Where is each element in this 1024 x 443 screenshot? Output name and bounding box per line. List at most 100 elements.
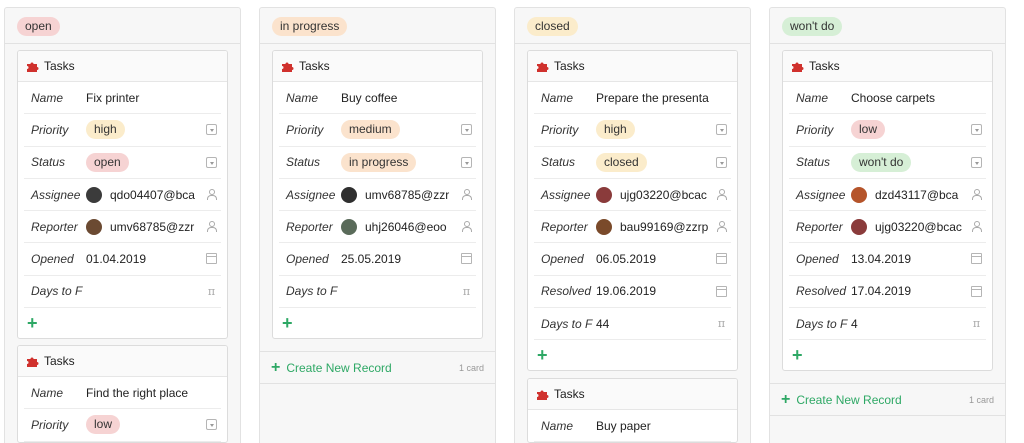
field-row: Name Buy coffee bbox=[279, 82, 476, 115]
card-title: Tasks bbox=[554, 59, 585, 73]
board-column: open Tasks Name Fix printer Priority high Stat… bbox=[4, 7, 241, 443]
field-row: Status closed bbox=[534, 147, 731, 179]
task-card[interactable]: Tasks Name Buy coffee Priority medium Status i… bbox=[272, 50, 483, 340]
field-value[interactable]: dzd43117@bca bbox=[851, 186, 986, 203]
select-icon[interactable] bbox=[206, 419, 217, 431]
add-field-button[interactable]: + bbox=[537, 346, 548, 364]
field-value[interactable]: low bbox=[851, 120, 986, 140]
card-count: 1 card bbox=[458, 362, 484, 373]
task-card[interactable]: Tasks Name Buy paper bbox=[527, 378, 738, 443]
field-value[interactable]: uhj26046@eoo bbox=[341, 218, 476, 235]
field-value: 44 bbox=[596, 317, 731, 331]
puzzle-icon bbox=[537, 390, 549, 400]
board-column: won't do Tasks Name Choose carpets Priority l… bbox=[769, 7, 1006, 443]
select-icon[interactable] bbox=[971, 156, 982, 168]
field-row: Opened 25.05.2019 bbox=[279, 243, 476, 276]
field-label: Status bbox=[541, 155, 576, 170]
calendar-icon[interactable] bbox=[461, 253, 472, 265]
avatar bbox=[86, 218, 102, 235]
field-row: Name Prepare the presenta bbox=[534, 82, 731, 115]
board-column: in progress Tasks Name Buy coffee Priority me… bbox=[259, 7, 496, 443]
select-icon[interactable] bbox=[716, 124, 727, 136]
field-label: Opened bbox=[31, 252, 74, 267]
field-value[interactable]: umv68785@zzr bbox=[341, 186, 476, 203]
field-value[interactable]: in progress bbox=[341, 152, 476, 172]
field-label: Name bbox=[286, 90, 319, 105]
task-card[interactable]: Tasks Name Choose carpets Priority low Status… bbox=[782, 50, 993, 372]
column-header: closed bbox=[514, 7, 751, 44]
field-value: 19.06.2019 bbox=[596, 284, 731, 298]
field-value: Fix printer bbox=[86, 91, 221, 105]
field-row: Opened 13.04.2019 bbox=[789, 243, 986, 276]
field-value: 25.05.2019 bbox=[341, 252, 476, 266]
field-row: Days to F4 π bbox=[789, 308, 986, 341]
value-badge: medium bbox=[341, 120, 400, 140]
puzzle-icon bbox=[792, 62, 804, 72]
calendar-icon[interactable] bbox=[971, 253, 982, 265]
field-value[interactable]: ujg03220@bcac bbox=[851, 218, 986, 235]
create-new-record-button[interactable]: Create New Record bbox=[286, 361, 391, 375]
card-count: 1 card bbox=[968, 394, 994, 405]
field-value[interactable]: high bbox=[86, 120, 221, 140]
field-value[interactable]: qdo04407@bca bbox=[86, 186, 221, 203]
select-icon[interactable] bbox=[206, 124, 217, 136]
task-card[interactable]: Tasks Name Find the right place Priority low bbox=[17, 345, 228, 443]
add-field-row: + bbox=[273, 308, 482, 338]
user-icon bbox=[971, 221, 982, 233]
field-row: Status open bbox=[24, 147, 221, 179]
select-icon[interactable] bbox=[461, 124, 472, 136]
field-value[interactable]: bau99169@zzrp bbox=[596, 218, 731, 235]
field-value[interactable]: medium bbox=[341, 120, 476, 140]
calendar-icon[interactable] bbox=[716, 285, 727, 297]
field-label: Opened bbox=[796, 252, 839, 267]
field-row: Status in progress bbox=[279, 147, 476, 179]
field-row: Reporter umv68785@zzr bbox=[24, 211, 221, 244]
user-email: qdo04407@bca bbox=[110, 187, 195, 202]
field-value[interactable]: high bbox=[596, 120, 731, 140]
field-value[interactable]: low bbox=[86, 415, 221, 435]
pi-icon: π bbox=[717, 317, 726, 331]
field-value[interactable]: won't do bbox=[851, 152, 986, 172]
field-text: Buy coffee bbox=[341, 90, 398, 105]
add-field-button[interactable]: + bbox=[282, 314, 293, 332]
field-value[interactable]: umv68785@zzr bbox=[86, 218, 221, 235]
select-icon[interactable] bbox=[461, 156, 472, 168]
field-label: Assignee bbox=[286, 187, 336, 202]
field-row: Name Fix printer bbox=[24, 82, 221, 115]
field-label: Priority bbox=[31, 122, 69, 137]
field-text: Prepare the presenta bbox=[596, 90, 709, 105]
field-label: Name bbox=[796, 90, 829, 105]
field-text: 13.04.2019 bbox=[851, 252, 912, 267]
calendar-icon[interactable] bbox=[716, 253, 727, 265]
field-value[interactable]: ujg03220@bcac bbox=[596, 186, 731, 203]
user-email: dzd43117@bca bbox=[875, 187, 959, 202]
card-header: Tasks bbox=[18, 346, 227, 377]
select-icon[interactable] bbox=[206, 156, 217, 168]
add-field-button[interactable]: + bbox=[792, 346, 803, 364]
select-icon[interactable] bbox=[716, 156, 727, 168]
add-field-button[interactable]: + bbox=[27, 314, 38, 332]
field-row: Resolved 19.06.2019 bbox=[534, 276, 731, 309]
column-header: open bbox=[4, 7, 241, 44]
select-icon[interactable] bbox=[971, 124, 982, 136]
field-label: Priority bbox=[31, 417, 69, 432]
field-value: Prepare the presenta bbox=[596, 91, 731, 105]
user-icon bbox=[206, 188, 217, 200]
calendar-icon[interactable] bbox=[206, 253, 217, 265]
field-value: 01.04.2019 bbox=[86, 252, 221, 266]
field-text: 4 bbox=[851, 316, 858, 331]
field-value[interactable]: open bbox=[86, 152, 221, 172]
task-card[interactable]: Tasks Name Fix printer Priority high Status op… bbox=[17, 50, 228, 340]
field-row: Resolved 17.04.2019 bbox=[789, 276, 986, 309]
field-value[interactable]: closed bbox=[596, 152, 731, 172]
column-status-badge: in progress bbox=[272, 17, 348, 36]
task-card[interactable]: Tasks Name Prepare the presenta Priority hig… bbox=[527, 50, 738, 372]
field-label: Name bbox=[541, 418, 574, 433]
create-plus-icon[interactable]: + bbox=[271, 359, 280, 377]
create-plus-icon[interactable]: + bbox=[781, 391, 790, 409]
avatar bbox=[851, 186, 867, 203]
calendar-icon[interactable] bbox=[971, 285, 982, 297]
user-icon bbox=[461, 188, 472, 200]
field-label: Priority bbox=[541, 122, 579, 137]
create-new-record-button[interactable]: Create New Record bbox=[796, 393, 901, 407]
